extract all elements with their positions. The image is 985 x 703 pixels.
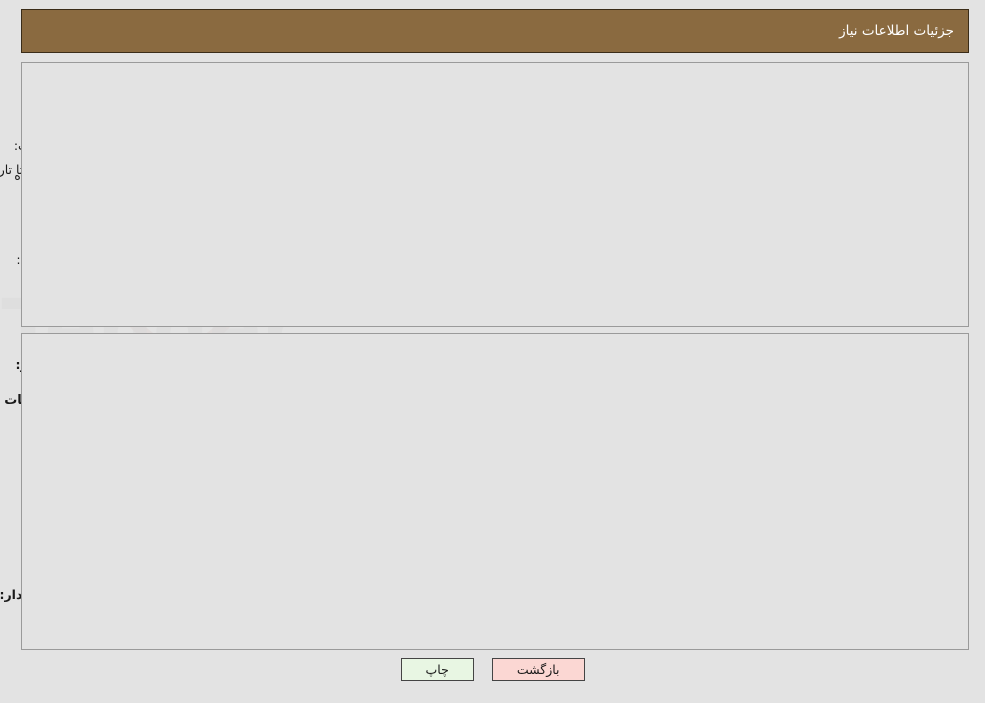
page-root: AriaTender.net Tender جزئیات اطلاعات نیا… [0,0,985,703]
action-buttons-bar: بازگشت چاپ [0,658,985,681]
print-button[interactable]: چاپ [400,658,474,681]
need-details-panel [21,333,969,650]
back-button[interactable]: بازگشت [491,658,585,681]
need-info-panel [21,62,969,327]
page-title-bar: جزئیات اطلاعات نیاز [21,9,969,53]
page-title: جزئیات اطلاعات نیاز [839,23,954,39]
